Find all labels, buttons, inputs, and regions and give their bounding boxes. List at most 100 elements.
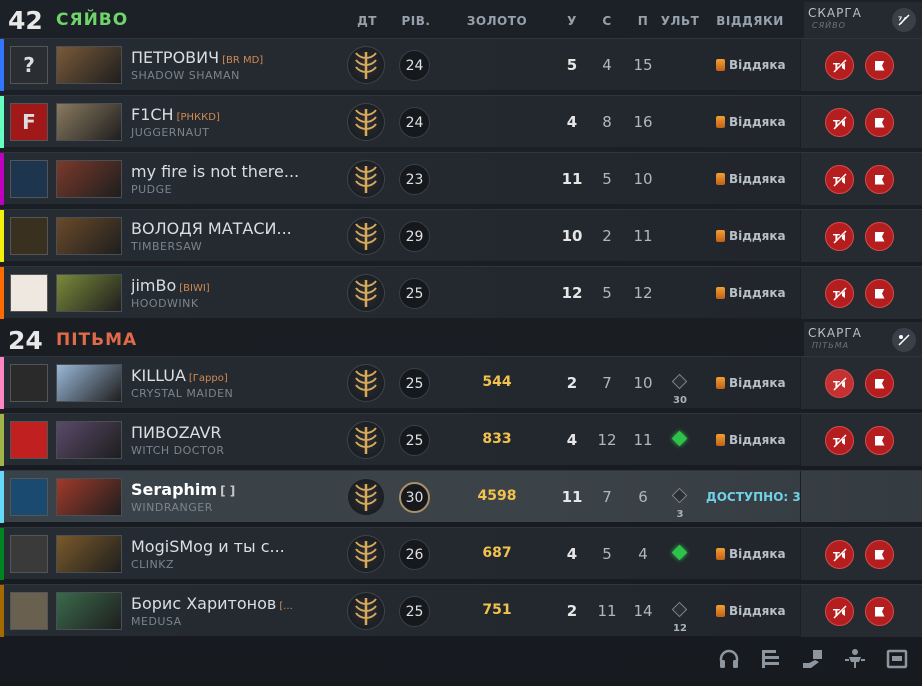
hero-portrait[interactable]	[56, 103, 122, 141]
player-avatar[interactable]: ?	[10, 46, 48, 84]
tip-button[interactable]: Віддяка	[716, 433, 786, 447]
player-guild-tag: [РНККD]	[176, 112, 220, 123]
mute-player-button[interactable]: T	[825, 426, 854, 455]
hero-portrait[interactable]	[56, 592, 122, 630]
camera-icon[interactable]	[884, 646, 910, 672]
player-row[interactable]: ПИВОZAVR WITCH DOCTOR 25 833 4 12 11 Віддяка T	[0, 413, 922, 466]
hero-portrait[interactable]	[56, 478, 122, 516]
player-avatar[interactable]: F	[10, 103, 48, 141]
report-player-button[interactable]	[865, 279, 894, 308]
report-label: СКАРГА	[808, 6, 862, 20]
player-avatar[interactable]	[10, 274, 48, 312]
report-player-button[interactable]	[865, 597, 894, 626]
player-avatar[interactable]	[10, 592, 48, 630]
scoreboard-icon[interactable]	[758, 646, 784, 672]
player-row[interactable]: my fire is not there... PUDGE 23 11 5 10 Віддя…	[0, 152, 922, 205]
player-name[interactable]: Борис Харитонов [...	[131, 594, 293, 613]
tip-coin-icon	[716, 59, 725, 71]
tip-button[interactable]: Віддяка	[716, 547, 786, 561]
report-player-button[interactable]	[865, 51, 894, 80]
player-name[interactable]: ПЕТРОВИЧ [BR MD]	[131, 48, 263, 67]
unit-share-icon[interactable]	[842, 646, 868, 672]
mute-player-button[interactable]: T	[825, 222, 854, 251]
player-name[interactable]: ПИВОZAVR	[131, 423, 225, 442]
tip-button[interactable]: Віддяка	[716, 604, 786, 618]
talent-tree-button[interactable]	[347, 421, 385, 459]
report-sub: СЯЙВО	[812, 21, 846, 30]
tip-button[interactable]: ДОСТУПНО: 3	[706, 490, 801, 504]
report-cell: T	[800, 528, 922, 580]
talent-tree-button[interactable]	[347, 103, 385, 141]
player-row[interactable]: KILLUA [Гарро] CRYSTAL MAIDEN 25 544 2 7 10 30 Ві…	[0, 356, 922, 409]
player-name[interactable]: Seraphim[ ]	[131, 480, 235, 499]
talent-tree-button[interactable]	[347, 535, 385, 573]
dire-team-name: ПІТЬМА	[56, 330, 138, 350]
hero-portrait[interactable]	[56, 46, 122, 84]
player-name[interactable]: my fire is not there...	[131, 162, 302, 181]
mute-player-button[interactable]: T	[825, 279, 854, 308]
mute-player-button[interactable]: T	[825, 369, 854, 398]
player-name[interactable]: F1CH [РНККD]	[131, 105, 220, 124]
tip-coin-icon	[716, 173, 725, 185]
mute-player-button[interactable]: T	[825, 108, 854, 137]
deaths-value: 11	[597, 602, 617, 620]
tip-button[interactable]: Віддяка	[716, 172, 786, 186]
tip-button[interactable]: Віддяка	[716, 115, 786, 129]
hero-level: 25	[399, 368, 430, 399]
player-row[interactable]: Seraphim[ ] WINDRANGER 30 4598 11 7 6 3 ДОСТУПНО…	[0, 470, 922, 523]
hero-portrait[interactable]	[56, 421, 122, 459]
talent-tree-button[interactable]	[347, 46, 385, 84]
mute-player-button[interactable]: T	[825, 51, 854, 80]
hero-portrait[interactable]	[56, 364, 122, 402]
player-row[interactable]: F F1CH [РНККD] JUGGERNAUT 24 4 8 16 Віддяка T	[0, 95, 922, 148]
player-name[interactable]: MogiSMog и ты с...	[131, 537, 288, 556]
mute-all-button[interactable]: ⁷⁄	[892, 8, 916, 32]
mute-player-button[interactable]: T	[825, 540, 854, 569]
report-player-button[interactable]	[865, 540, 894, 569]
tip-coin-icon	[716, 605, 725, 617]
talent-tree-button[interactable]	[347, 364, 385, 402]
hero-portrait[interactable]	[56, 274, 122, 312]
hero-portrait[interactable]	[56, 217, 122, 255]
talent-tree-button[interactable]	[347, 592, 385, 630]
player-avatar[interactable]	[10, 421, 48, 459]
talent-tree-button[interactable]	[347, 478, 385, 516]
tip-button[interactable]: Віддяка	[716, 286, 786, 300]
report-player-button[interactable]	[865, 165, 894, 194]
headset-icon[interactable]	[716, 646, 742, 672]
player-row[interactable]: Борис Харитонов [... MEDUSA 25 751 2 11 14 12 Від…	[0, 584, 922, 637]
report-player-button[interactable]	[865, 426, 894, 455]
tip-coin-icon	[716, 287, 725, 299]
tip-button[interactable]: Віддяка	[716, 229, 786, 243]
tip-button[interactable]: Віддяка	[716, 58, 786, 72]
tip-label: Віддяка	[729, 229, 786, 243]
share-control-icon[interactable]	[800, 646, 826, 672]
talent-tree-button[interactable]	[347, 160, 385, 198]
assists-value: 16	[633, 113, 653, 131]
mute-player-button[interactable]: T	[825, 597, 854, 626]
talent-tree-button[interactable]	[347, 274, 385, 312]
report-player-button[interactable]	[865, 108, 894, 137]
mute-all-button[interactable]	[892, 328, 916, 352]
player-avatar[interactable]	[10, 535, 48, 573]
tip-button[interactable]: Віддяка	[716, 376, 786, 390]
talent-tree-button[interactable]	[347, 217, 385, 255]
player-avatar[interactable]	[10, 364, 48, 402]
net-worth: 751	[482, 602, 512, 618]
report-player-button[interactable]	[865, 222, 894, 251]
player-row[interactable]: jimBo [BIWI] HOODWINK 25 12 5 12 Віддяка T	[0, 266, 922, 319]
report-player-button[interactable]	[865, 369, 894, 398]
hero-portrait[interactable]	[56, 535, 122, 573]
player-name[interactable]: ВОЛОДЯ МАТАСИ...	[131, 219, 295, 238]
player-row[interactable]: MogiSMog и ты с... CLINKZ 26 687 4 5 4 Віддяка T	[0, 527, 922, 580]
mute-player-button[interactable]: T	[825, 165, 854, 194]
player-avatar[interactable]	[10, 160, 48, 198]
hero-portrait[interactable]	[56, 160, 122, 198]
player-avatar[interactable]	[10, 478, 48, 516]
player-name[interactable]: KILLUA [Гарро]	[131, 366, 228, 385]
ultimate-status	[670, 542, 690, 572]
player-row[interactable]: ? ПЕТРОВИЧ [BR MD] SHADOW SHAMAN 24 5 4 15 Віддя…	[0, 38, 922, 91]
player-row[interactable]: ВОЛОДЯ МАТАСИ... TIMBERSAW 29 10 2 11 Віддяка T	[0, 209, 922, 262]
player-avatar[interactable]	[10, 217, 48, 255]
player-name[interactable]: jimBo [BIWI]	[131, 276, 210, 295]
